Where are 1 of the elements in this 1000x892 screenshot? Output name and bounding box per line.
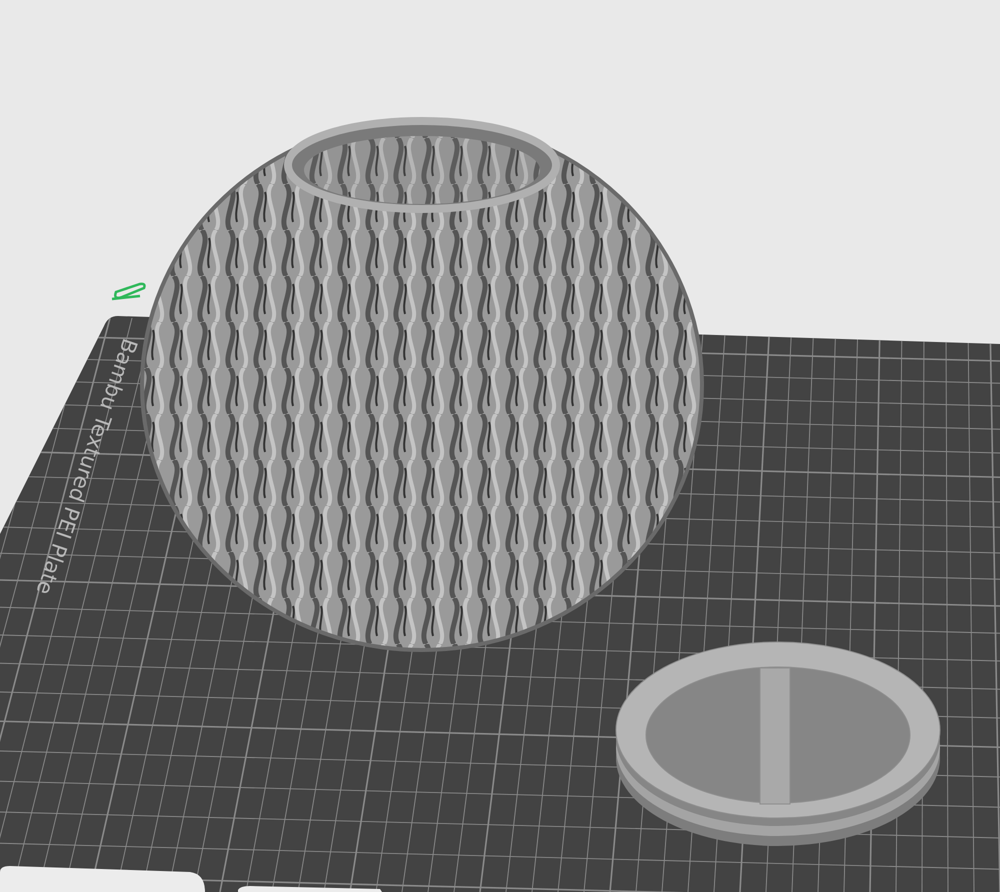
plate-number-icon xyxy=(112,282,146,300)
